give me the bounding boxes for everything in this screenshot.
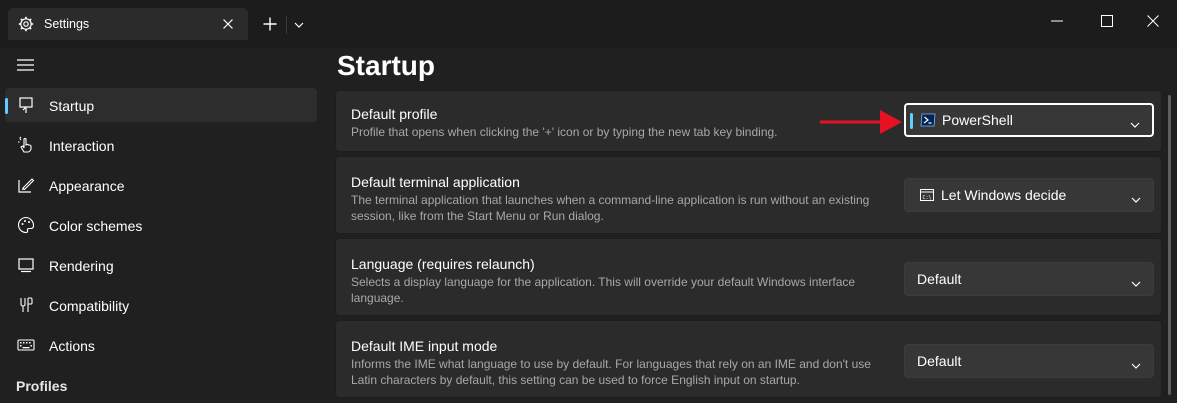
sidebar-item-interaction[interactable]: Interaction: [5, 128, 317, 162]
setting-description: The terminal application that launches w…: [351, 193, 870, 223]
default-profile-dropdown[interactable]: PowerShell: [904, 103, 1154, 137]
chevron-down-icon: [1131, 275, 1141, 287]
sidebar-item-label: Actions: [49, 338, 95, 354]
sidebar-item-label: Interaction: [49, 138, 115, 154]
chevron-down-icon: [1131, 191, 1141, 203]
sidebar-item-label: Color schemes: [49, 218, 143, 234]
chevron-down-icon[interactable]: [293, 18, 305, 30]
powershell-icon: [920, 113, 936, 127]
setting-card-default-terminal: Default terminal application The termina…: [335, 156, 1162, 234]
tab-title: Settings: [44, 17, 90, 31]
focus-accent: [910, 113, 913, 129]
dropdown-value: Default: [917, 271, 962, 287]
default-terminal-dropdown[interactable]: C:\ Let Windows decide: [904, 178, 1154, 212]
dropdown-value: PowerShell: [942, 112, 1013, 128]
setting-card-default-profile: Default profile Profile that opens when …: [335, 90, 1162, 152]
sidebar-item-appearance[interactable]: Appearance: [5, 168, 317, 202]
setting-title: Language (requires relaunch): [351, 256, 535, 272]
setting-title: Default IME input mode: [351, 338, 498, 354]
close-window-icon[interactable]: [1146, 14, 1160, 28]
sidebar-item-label: Startup: [49, 98, 95, 114]
settings-tab[interactable]: Settings: [8, 8, 248, 40]
keyboard-icon: [17, 336, 35, 354]
chevron-down-icon: [1131, 357, 1141, 369]
profiles-section-header: Profiles: [16, 378, 68, 394]
close-icon[interactable]: [220, 16, 236, 32]
palette-icon: [17, 216, 35, 234]
startup-icon: [17, 96, 35, 114]
plus-icon[interactable]: [262, 16, 278, 32]
pointer-hand-icon: [17, 136, 35, 154]
title-bar: Settings: [0, 0, 1177, 48]
setting-card-ime-input-mode: Default IME input mode Informs the IME w…: [335, 320, 1162, 398]
sidebar-item-label: Rendering: [49, 258, 114, 274]
setting-description: Profile that opens when clicking the '+'…: [351, 125, 778, 139]
sidebar-item-actions[interactable]: Actions: [5, 328, 317, 362]
tab-divider: [286, 16, 287, 34]
ime-input-mode-dropdown[interactable]: Default: [904, 344, 1154, 378]
sidebar-item-startup[interactable]: Startup: [5, 88, 317, 122]
chevron-down-icon: [1130, 116, 1140, 128]
dropdown-value: Default: [917, 353, 962, 369]
selection-indicator: [5, 98, 8, 114]
sidebar-item-label: Compatibility: [49, 298, 130, 314]
terminal-app-icon: C:\: [919, 188, 935, 202]
language-dropdown[interactable]: Default: [904, 262, 1154, 296]
setting-card-language: Language (requires relaunch) Selects a d…: [335, 238, 1162, 316]
setting-title: Default profile: [351, 106, 438, 122]
sidebar-item-rendering[interactable]: Rendering: [5, 248, 317, 282]
compatibility-icon: [17, 296, 35, 314]
sidebar-item-color-schemes[interactable]: Color schemes: [5, 208, 317, 242]
dropdown-value: Let Windows decide: [941, 187, 1067, 203]
setting-description: Informs the IME what language to use by …: [351, 357, 871, 387]
sidebar-item-label: Appearance: [49, 178, 125, 194]
minimize-icon[interactable]: [1050, 14, 1064, 28]
sidebar-item-compatibility[interactable]: Compatibility: [5, 288, 317, 322]
vertical-scrollbar[interactable]: [1168, 95, 1171, 395]
paintbrush-icon: [17, 176, 35, 194]
svg-text:C:\: C:\: [923, 195, 932, 201]
annotation-arrow-icon: [818, 108, 904, 136]
setting-description: Selects a display language for the appli…: [351, 275, 856, 305]
maximize-icon[interactable]: [1100, 14, 1114, 28]
setting-title: Default terminal application: [351, 174, 520, 190]
page-title: Startup: [337, 50, 435, 81]
hamburger-menu-icon[interactable]: [17, 58, 34, 72]
monitor-icon: [17, 256, 35, 274]
gear-icon: [18, 16, 34, 32]
